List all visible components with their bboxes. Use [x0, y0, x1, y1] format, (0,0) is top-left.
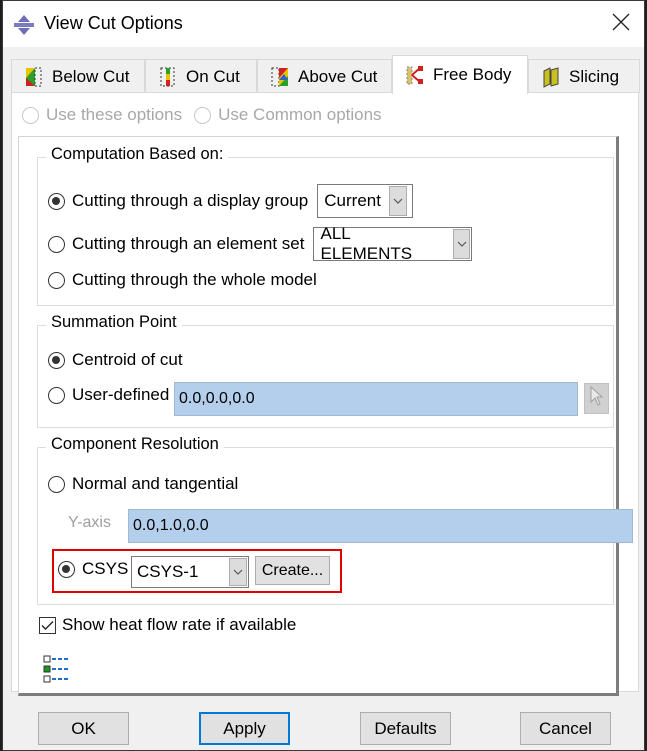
- view-cut-app-icon: [13, 14, 35, 36]
- summation-group-title: Summation Point: [46, 313, 182, 332]
- csys-select-value: CSYS-1: [137, 562, 199, 581]
- display-group-label[interactable]: Cutting through a display group: [72, 191, 308, 211]
- element-set-select-value: ALL ELEMENTS: [320, 224, 413, 263]
- above-cut-icon: [270, 66, 290, 88]
- tab-below-cut[interactable]: Below Cut: [11, 59, 145, 93]
- user-defined-label[interactable]: User-defined: [72, 385, 169, 405]
- close-icon: [612, 13, 630, 36]
- radio-indicator: [22, 106, 39, 124]
- whole-model-radio[interactable]: [48, 271, 65, 289]
- heat-flow-checkbox[interactable]: [39, 616, 56, 634]
- tab-above-cut[interactable]: Above Cut: [257, 59, 392, 93]
- display-group-select[interactable]: Current: [317, 184, 414, 218]
- tab-bar: Below Cut On Cut Above Cut Free Body Sli…: [11, 55, 641, 94]
- y-axis-label: Y-axis: [68, 514, 111, 531]
- whole-model-option: Cutting through the whole model: [48, 270, 317, 290]
- tab-on-cut[interactable]: On Cut: [145, 59, 257, 93]
- options-frame: Computation Based on: Cutting through a …: [18, 136, 633, 696]
- use-common-options-label: Use Common options: [218, 105, 382, 124]
- centroid-radio[interactable]: [48, 351, 65, 369]
- heat-flow-label[interactable]: Show heat flow rate if available: [62, 615, 296, 635]
- create-csys-button[interactable]: Create...: [255, 556, 330, 585]
- display-group-select-value: Current: [324, 191, 381, 210]
- below-cut-icon: [24, 66, 44, 88]
- user-defined-radio[interactable]: [48, 386, 65, 404]
- csys-select[interactable]: CSYS-1: [131, 556, 249, 588]
- ok-button[interactable]: OK: [38, 712, 129, 745]
- centroid-option: Centroid of cut: [48, 350, 183, 370]
- chevron-down-icon: [452, 229, 471, 259]
- csys-radio[interactable]: [58, 560, 75, 578]
- csys-option: CSYS: [58, 559, 128, 579]
- on-cut-icon: [158, 66, 178, 88]
- radio-indicator: [194, 106, 212, 124]
- y-axis-input[interactable]: 0.0,1.0,0.0: [128, 509, 633, 543]
- slicing-icon: [541, 66, 561, 88]
- cursor-pick-icon: [589, 385, 605, 412]
- summation-group: Summation Point Centroid of cut User-def…: [37, 313, 614, 428]
- pick-point-button[interactable]: [584, 383, 609, 414]
- centroid-label[interactable]: Centroid of cut: [72, 350, 183, 370]
- element-set-radio[interactable]: [48, 235, 65, 253]
- display-group-option: Cutting through a display group Current: [48, 184, 414, 218]
- normal-tangential-radio[interactable]: [48, 475, 65, 493]
- cancel-button[interactable]: Cancel: [520, 712, 611, 745]
- tab-label: Free Body: [433, 65, 512, 84]
- apply-button[interactable]: Apply: [199, 712, 290, 745]
- user-defined-option: User-defined: [48, 385, 169, 405]
- options-source-row: Use these options Use Common options: [22, 105, 394, 125]
- component-resolution-group: Component Resolution Normal and tangenti…: [37, 435, 633, 605]
- computation-group: Computation Based on: Cutting through a …: [37, 145, 614, 306]
- tab-label: Above Cut: [298, 66, 378, 86]
- defaults-button[interactable]: Defaults: [360, 712, 451, 745]
- normal-tangential-option: Normal and tangential: [48, 474, 238, 494]
- use-common-options-radio[interactable]: Use Common options: [194, 105, 382, 125]
- summation-point-input[interactable]: 0.0,0.0,0.0: [174, 382, 578, 416]
- use-these-options-label: Use these options: [46, 105, 183, 124]
- use-these-options-radio[interactable]: Use these options: [22, 105, 182, 125]
- whole-model-label[interactable]: Cutting through the whole model: [72, 270, 317, 290]
- heat-flow-option[interactable]: Show heat flow rate if available: [39, 615, 296, 635]
- free-body-icon: [405, 64, 425, 86]
- view-cut-options-dialog: View Cut Options Below Cut On Cut Above …: [2, 0, 645, 751]
- tab-slicing[interactable]: Slicing: [528, 59, 640, 93]
- summation-point-value: 0.0,0.0,0.0: [179, 390, 255, 407]
- tab-free-body[interactable]: Free Body: [392, 55, 528, 94]
- free-body-tab-panel: Use these options Use Common options Com…: [11, 92, 639, 696]
- csys-label[interactable]: CSYS: [82, 559, 128, 579]
- element-set-label[interactable]: Cutting through an element set: [72, 234, 304, 254]
- element-set-option: Cutting through an element set ALL ELEME…: [48, 224, 473, 263]
- close-button[interactable]: [598, 1, 644, 47]
- y-axis-value: 0.0,1.0,0.0: [133, 517, 209, 534]
- title-bar: View Cut Options: [3, 1, 644, 47]
- tab-label: Below Cut: [52, 66, 130, 86]
- computation-group-title: Computation Based on:: [46, 145, 229, 164]
- chevron-down-icon: [229, 558, 247, 586]
- chevron-down-icon: [388, 186, 407, 216]
- component-resolution-title: Component Resolution: [46, 435, 224, 454]
- normal-tangential-label[interactable]: Normal and tangential: [72, 474, 238, 494]
- tab-label: Slicing: [569, 66, 620, 86]
- window-title: View Cut Options: [44, 13, 183, 33]
- tab-label: On Cut: [186, 66, 240, 86]
- display-group-radio[interactable]: [48, 192, 65, 210]
- legend-list-icon[interactable]: [43, 654, 75, 691]
- element-set-select[interactable]: ALL ELEMENTS: [313, 224, 473, 263]
